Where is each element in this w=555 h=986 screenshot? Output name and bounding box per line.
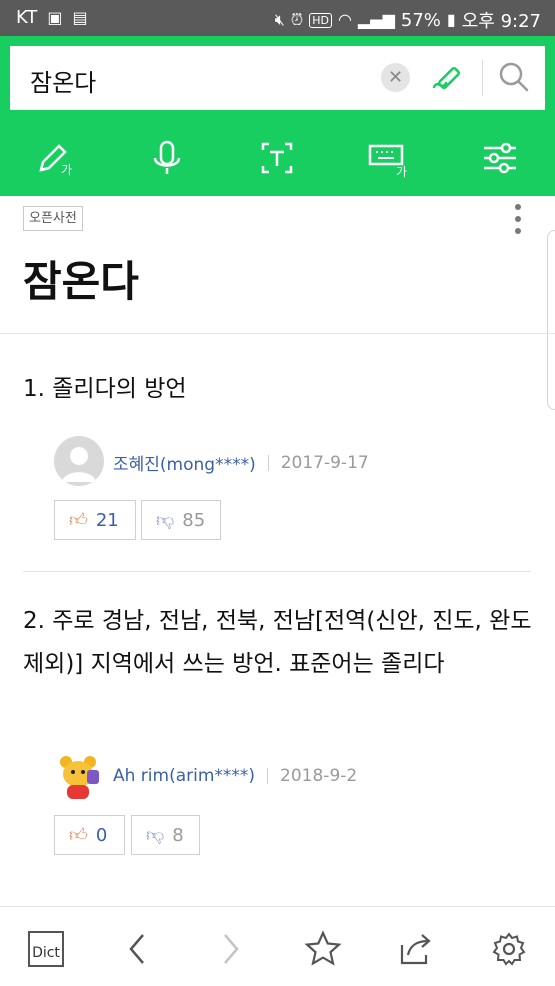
close-icon: ✕ — [387, 67, 404, 88]
svg-text:가: 가 — [396, 165, 407, 179]
keyboard-icon: 가 — [368, 144, 407, 179]
clear-search-button[interactable]: ✕ — [381, 63, 410, 92]
bookmark-button[interactable] — [300, 927, 346, 971]
definition-divider — [23, 571, 531, 572]
meta-divider — [267, 454, 269, 471]
chevron-left-icon — [129, 934, 144, 964]
clock: 오후 9:27 — [461, 11, 541, 32]
star-icon — [304, 930, 342, 966]
meta-divider — [267, 768, 269, 784]
dislike-count: 8 — [172, 824, 184, 846]
search-button[interactable] — [494, 57, 534, 97]
more-options-button[interactable] — [512, 202, 524, 236]
definition-text: 2. 주로 경남, 전남, 전북, 전남[전역(신안, 진도, 완도 제외)] … — [23, 608, 532, 677]
thumbs-down-icon: 👎︎ — [156, 510, 175, 531]
handwriting-tool-button[interactable]: 가 — [25, 128, 85, 188]
definition-meta: Ah rim(arim****) 2018-9-2 — [113, 766, 357, 786]
gear-icon — [492, 932, 526, 966]
back-button[interactable] — [115, 927, 161, 971]
search-icon — [499, 62, 529, 92]
source-badge: 오픈사전 — [23, 206, 83, 231]
search-box[interactable]: 잠온다 ✕ — [10, 46, 545, 110]
share-button[interactable] — [393, 927, 439, 971]
storage-notification-icon: ▤ — [72, 7, 88, 27]
author-link[interactable]: Ah rim(arim****) — [113, 766, 255, 786]
forward-button[interactable] — [207, 927, 253, 971]
settings-button[interactable] — [486, 927, 532, 971]
carrier-label: KT — [16, 7, 38, 28]
like-count: 0 — [95, 824, 108, 846]
scroll-indicator[interactable] — [547, 230, 555, 410]
title-divider — [0, 333, 555, 334]
mute-icon: 🔇︎ — [274, 10, 285, 29]
text-recognition-icon — [261, 142, 293, 174]
input-tool-row: 가 가 — [0, 128, 555, 188]
search-header: 잠온다 ✕ 가 가 — [0, 36, 555, 196]
text-recognition-button[interactable] — [247, 128, 307, 188]
keyboard-button[interactable]: 가 — [358, 128, 418, 188]
more-vertical-icon — [515, 204, 521, 234]
dislike-button[interactable]: 👎︎ 85 — [141, 500, 221, 540]
avatar — [54, 436, 104, 486]
author-link[interactable]: 조혜진(mong****) — [113, 450, 256, 475]
settings-sliders-icon — [484, 142, 516, 174]
bottom-navigation-bar: Dict — [0, 906, 555, 986]
dislike-button[interactable]: 👎︎ 8 — [131, 815, 200, 855]
handwriting-icon: 가 — [39, 144, 72, 177]
definition-text: 1. 졸리다의 방언 — [23, 376, 187, 402]
status-bar: KT ▣ ▤ 🔇︎ ⏰︎ HD ◠ ▂▄▆ 57% ▮ 오후 9:27 — [0, 0, 555, 36]
bear-character-avatar-icon — [60, 756, 99, 799]
battery-percent: 57% — [400, 9, 441, 31]
thumbs-up-icon: 👍︎ — [69, 825, 88, 846]
post-date: 2017-9-17 — [280, 452, 369, 473]
screenshot-notification-icon: ▣ — [47, 7, 63, 27]
dict-label: Dict — [32, 945, 60, 961]
microphone-icon — [153, 140, 181, 174]
default-user-icon — [62, 447, 96, 482]
post-date: 2018-9-2 — [280, 766, 358, 786]
battery-icon: ▮ — [446, 10, 456, 29]
search-divider — [482, 60, 483, 96]
entry-title: 잠온다 — [23, 257, 139, 306]
like-count: 21 — [95, 509, 119, 531]
voice-search-button[interactable] — [137, 128, 197, 188]
filter-settings-button[interactable] — [470, 128, 530, 188]
avatar — [54, 752, 104, 802]
hd-badge: HD — [309, 12, 333, 28]
like-button[interactable]: 👍︎ 0 — [54, 815, 125, 855]
signal-icon: ▂▄▆ — [357, 10, 395, 29]
definition-meta: 조혜진(mong****) 2017-9-17 — [113, 450, 369, 476]
thumbs-down-icon: 👎︎ — [146, 825, 165, 846]
entry-content: 오픈사전 잠온다 1. 졸리다의 방언 조혜진(mong****) 2017-9… — [0, 196, 555, 906]
like-button[interactable]: 👍︎ 21 — [54, 500, 136, 540]
search-input[interactable]: 잠온다 — [30, 63, 96, 98]
chevron-right-icon — [224, 934, 239, 964]
share-icon — [400, 934, 431, 965]
svg-text:가: 가 — [61, 163, 72, 177]
dict-icon: Dict — [28, 931, 64, 967]
handwriting-input-button[interactable] — [428, 57, 468, 97]
dislike-count: 85 — [182, 509, 206, 531]
wifi-icon: ◠ — [338, 10, 352, 29]
handwriting-pen-icon — [432, 66, 461, 90]
dict-home-button[interactable]: Dict — [23, 927, 69, 971]
thumbs-up-icon: 👍︎ — [69, 510, 88, 531]
alarm-icon: ⏰︎ — [290, 10, 304, 29]
